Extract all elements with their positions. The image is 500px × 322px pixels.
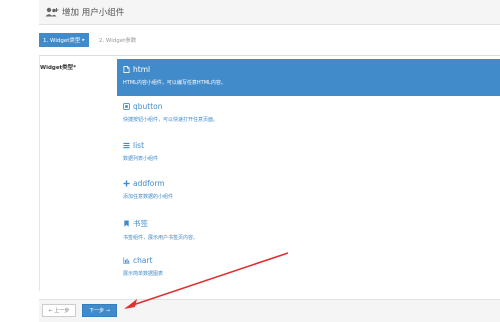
option-title: addform xyxy=(123,179,500,188)
step-widget-params[interactable]: 2. Widget参数 xyxy=(99,36,136,44)
wizard-steps: 1. Widget类型 ▸ 2. Widget参数 xyxy=(39,33,500,47)
option-title: html xyxy=(123,65,500,74)
widget-type-label-text: Widget类型 xyxy=(40,65,74,71)
required-mark: * xyxy=(73,65,77,71)
option-title: 书签 xyxy=(123,218,500,229)
option-qbutton[interactable]: qbutton 快捷按钮小组件，可以快速打开任意页面。 xyxy=(117,96,500,135)
page-title: 增加 用户小组件 xyxy=(62,8,125,18)
file-icon xyxy=(123,66,130,73)
option-desc: 展示简单数据图表 xyxy=(123,271,164,277)
option-title: qbutton xyxy=(123,102,500,111)
bookmark-icon xyxy=(124,219,129,227)
plus-icon xyxy=(123,180,130,187)
option-desc: 快捷按钮小组件，可以快速打开任意页面。 xyxy=(123,117,219,123)
list-icon xyxy=(123,142,130,148)
option-desc: HTML内容小组件，可以编写任意HTML内容。 xyxy=(123,80,226,86)
option-title-text: addform xyxy=(133,179,165,188)
option-title: list xyxy=(123,141,500,150)
option-html[interactable]: html HTML内容小组件，可以编写任意HTML内容。 xyxy=(117,59,500,96)
option-addform[interactable]: addform 添加任意数据的小组件 xyxy=(117,173,500,212)
option-desc: 添加任意数据的小组件 xyxy=(123,194,174,200)
prev-step-button[interactable]: ← 上一步 xyxy=(42,304,76,317)
bar-chart-icon xyxy=(123,257,130,264)
option-title-text: html xyxy=(133,65,151,74)
option-list[interactable]: list 数据列表小组件 xyxy=(117,135,500,174)
step-label: 1. Widget类型 xyxy=(43,38,81,44)
page-header: 增加 用户小组件 xyxy=(39,0,500,25)
option-desc: 书签组件，展示用户书签页内容。 xyxy=(123,234,199,241)
caret-right-icon: ▸ xyxy=(82,37,85,43)
step-widget-type[interactable]: 1. Widget类型 ▸ xyxy=(39,33,89,47)
option-title-text: chart xyxy=(133,256,153,265)
widget-type-options: html HTML内容小组件，可以编写任意HTML内容。 qbutton 快捷按… xyxy=(117,59,500,289)
page: 增加 用户小组件 1. Widget类型 ▸ 2. Widget参数 Widge… xyxy=(0,0,500,322)
option-title-text: qbutton xyxy=(133,102,163,111)
option-title: chart xyxy=(123,256,500,265)
option-bookmark[interactable]: 书签 书签组件，展示用户书签页内容。 xyxy=(117,212,500,251)
option-title-text: list xyxy=(133,140,145,150)
option-desc: 数据列表小组件 xyxy=(123,155,159,162)
square-icon xyxy=(123,103,130,110)
option-title-text: 书签 xyxy=(133,218,148,228)
option-chart[interactable]: chart 展示简单数据图表 xyxy=(117,250,500,289)
next-step-button[interactable]: 下一步 → xyxy=(82,304,117,317)
user-plus-icon xyxy=(45,7,59,17)
widget-type-label: Widget类型* xyxy=(40,63,76,71)
